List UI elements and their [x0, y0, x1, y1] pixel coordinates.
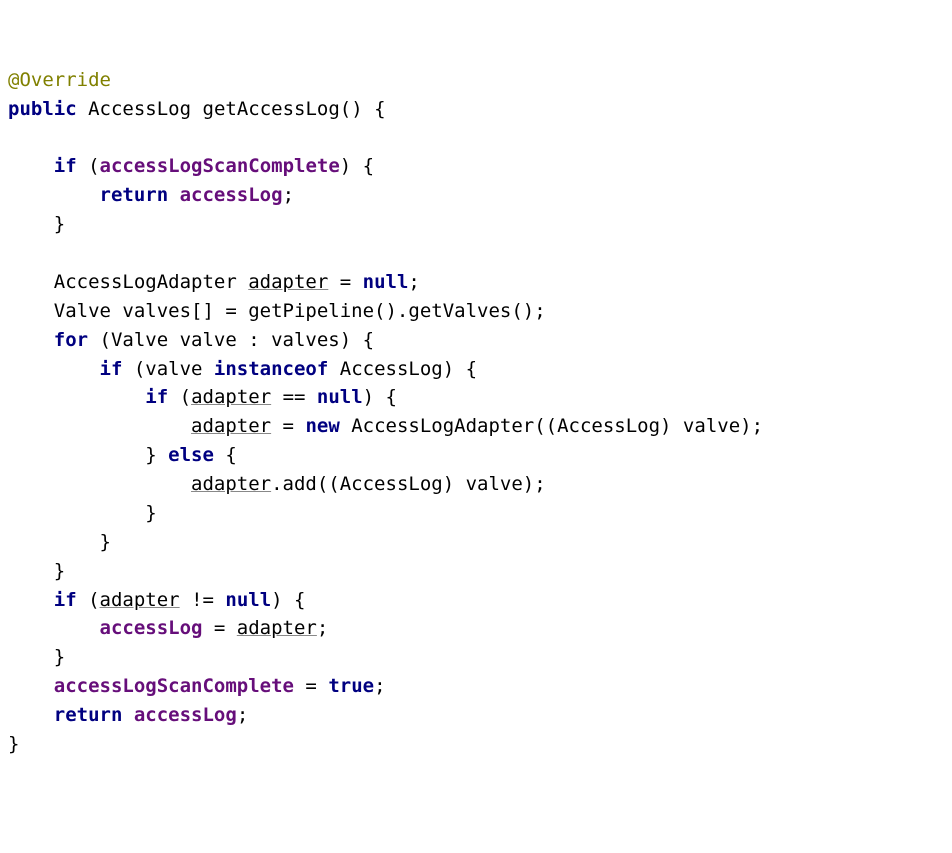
- text: ) {: [271, 589, 305, 611]
- brace: }: [54, 213, 65, 235]
- text: =: [271, 415, 305, 437]
- kw-null: null: [317, 386, 363, 408]
- text: [168, 184, 179, 206]
- text: {: [214, 444, 237, 466]
- text: (valve: [122, 358, 214, 380]
- text: (Valve valve : valves) {: [88, 329, 374, 351]
- brace: }: [8, 733, 19, 755]
- return-type: AccessLog: [88, 98, 191, 120]
- text: Valve valves[] = getPipeline().getValves…: [54, 300, 546, 322]
- annotation: @Override: [8, 69, 111, 91]
- field-ref: accessLog: [100, 617, 203, 639]
- text: ;: [237, 704, 248, 726]
- text: [122, 704, 133, 726]
- kw-null: null: [363, 271, 409, 293]
- local-var: adapter: [100, 589, 180, 611]
- local-var: adapter: [191, 415, 271, 437]
- kw-if: if: [54, 589, 77, 611]
- field-ref: accessLog: [180, 184, 283, 206]
- text: =: [202, 617, 236, 639]
- text: (): [340, 98, 363, 120]
- brace: }: [54, 646, 65, 668]
- text: AccessLog) {: [328, 358, 477, 380]
- brace: }: [100, 531, 111, 553]
- brace: }: [145, 502, 156, 524]
- text: ;: [408, 271, 419, 293]
- text: AccessLogAdapter: [54, 271, 248, 293]
- kw-public: public: [8, 98, 77, 120]
- local-var: adapter: [237, 617, 317, 639]
- kw-if: if: [145, 386, 168, 408]
- text: =: [294, 675, 328, 697]
- code-block: @Override public AccessLog getAccessLog(…: [8, 66, 944, 759]
- text: }: [145, 444, 168, 466]
- kw-return: return: [100, 184, 169, 206]
- text: (: [77, 589, 100, 611]
- local-var: adapter: [191, 386, 271, 408]
- local-var: adapter: [191, 473, 271, 495]
- kw-if: if: [54, 155, 77, 177]
- text: AccessLogAdapter((AccessLog) valve);: [340, 415, 763, 437]
- kw-if: if: [100, 358, 123, 380]
- kw-new: new: [305, 415, 339, 437]
- kw-return: return: [54, 704, 123, 726]
- method-name: getAccessLog: [203, 98, 340, 120]
- kw-true: true: [328, 675, 374, 697]
- local-var: adapter: [248, 271, 328, 293]
- text: !=: [180, 589, 226, 611]
- text: {: [363, 98, 386, 120]
- text: ;: [283, 184, 294, 206]
- text: [77, 98, 88, 120]
- text: ==: [271, 386, 317, 408]
- kw-null: null: [225, 589, 271, 611]
- text: (: [168, 386, 191, 408]
- text: .add((AccessLog) valve);: [271, 473, 546, 495]
- brace: }: [54, 560, 65, 582]
- text: (: [77, 155, 100, 177]
- field-ref: accessLog: [134, 704, 237, 726]
- field-ref: accessLogScanComplete: [54, 675, 294, 697]
- text: ) {: [363, 386, 397, 408]
- kw-instanceof: instanceof: [214, 358, 328, 380]
- text: =: [328, 271, 362, 293]
- text: [191, 98, 202, 120]
- text: ;: [374, 675, 385, 697]
- kw-for: for: [54, 329, 88, 351]
- text: ;: [317, 617, 328, 639]
- field-ref: accessLogScanComplete: [100, 155, 340, 177]
- text: ) {: [340, 155, 374, 177]
- kw-else: else: [168, 444, 214, 466]
